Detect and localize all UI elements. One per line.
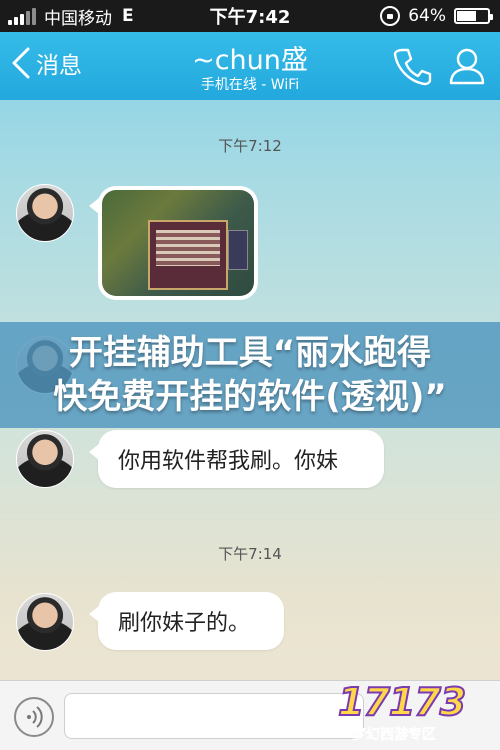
message-timestamp: 下午7:14 xyxy=(218,545,282,563)
carrier-name: 中国移动 xyxy=(44,8,112,29)
battery-fill xyxy=(457,11,477,21)
phone-icon[interactable] xyxy=(392,46,432,90)
image-message-bubble[interactable] xyxy=(89,186,258,300)
message-bubble[interactable]: 刷你妹子的。 xyxy=(89,592,284,650)
banner-title-line-2: 快免费开挂的软件(透视)” xyxy=(53,377,447,417)
watermark-sub-text: 梦幻西游专区 xyxy=(352,727,437,744)
signal-icon xyxy=(8,7,36,25)
avatar[interactable] xyxy=(16,184,74,242)
game-side-panel xyxy=(228,230,248,270)
battery-percent: 64% xyxy=(408,6,446,26)
voice-icon xyxy=(27,706,43,728)
chat-header: 消息 ~chun盛 手机在线 - WiFi xyxy=(0,32,500,100)
message-text: 你用软件帮我刷。你妹 xyxy=(118,449,339,474)
game-screenshot-image xyxy=(102,190,254,296)
watermark-logo-text: 17173 xyxy=(337,679,467,725)
message-bubble[interactable]: 你用软件帮我刷。你妹 xyxy=(89,430,384,488)
message-input[interactable] xyxy=(64,693,364,739)
battery-icon xyxy=(454,8,493,24)
avatar[interactable] xyxy=(16,430,74,488)
avatar[interactable] xyxy=(16,593,74,651)
rotation-lock-icon xyxy=(380,6,401,26)
game-dialog-panel xyxy=(148,220,228,290)
voice-button[interactable] xyxy=(14,697,54,737)
message-text: 刷你妹子的。 xyxy=(118,611,251,636)
status-bar: 中国移动 E 下午7:42 64% xyxy=(0,0,500,32)
banner-title-line-1: 开挂辅助工具“丽水跑得 xyxy=(68,333,432,373)
overlay-banner: 开挂辅助工具“丽水跑得 快免费开挂的软件(透视)” xyxy=(0,322,500,428)
contact-icon[interactable] xyxy=(447,46,487,90)
network-type: E xyxy=(122,6,134,26)
site-watermark-logo: 17173 梦幻西游专区 xyxy=(330,668,490,748)
message-timestamp: 下午7:12 xyxy=(218,137,282,155)
